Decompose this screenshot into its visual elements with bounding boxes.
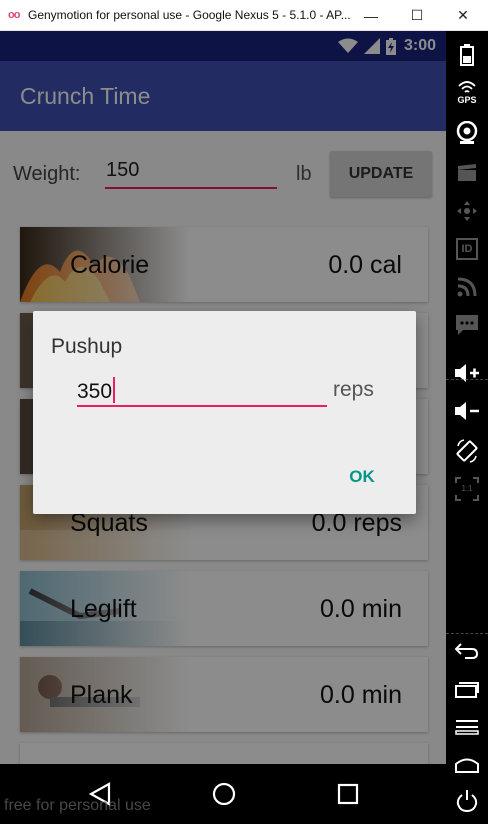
text-cursor bbox=[113, 377, 116, 403]
gps-label: GPS bbox=[457, 95, 477, 105]
battery-tool[interactable] bbox=[452, 41, 482, 69]
volume-down-button[interactable] bbox=[452, 397, 482, 425]
device-id-tool[interactable]: ID bbox=[452, 235, 482, 263]
genymotion-toolbar: GPS ID 1:1 bbox=[446, 31, 488, 824]
menu-icon bbox=[455, 720, 479, 735]
sms-tool[interactable] bbox=[452, 311, 482, 339]
volume-up-icon bbox=[455, 364, 479, 382]
minimize-button[interactable]: — bbox=[348, 0, 394, 31]
maximize-icon: ☐ bbox=[410, 7, 424, 23]
back-arrow-icon bbox=[455, 643, 479, 659]
dpad-tool[interactable] bbox=[452, 197, 482, 225]
toolbar-divider bbox=[446, 633, 488, 634]
dpad-icon bbox=[457, 201, 477, 221]
home-icon bbox=[212, 782, 236, 806]
recent-apps-icon bbox=[455, 682, 479, 698]
minimize-icon: — bbox=[364, 7, 378, 24]
clapperboard-icon bbox=[458, 164, 476, 181]
toolbar-divider bbox=[446, 379, 488, 380]
chat-icon bbox=[456, 315, 478, 335]
rotate-icon bbox=[456, 439, 478, 463]
reps-input[interactable]: 350 bbox=[77, 373, 327, 407]
nav-home-button[interactable] bbox=[452, 751, 482, 779]
nav-recents-button[interactable] bbox=[452, 675, 482, 703]
volume-down-icon bbox=[455, 402, 479, 420]
capture-tool[interactable] bbox=[452, 159, 482, 187]
power-button[interactable] bbox=[452, 787, 482, 815]
pixel-perfect-tool[interactable]: 1:1 bbox=[452, 475, 482, 503]
battery-icon bbox=[460, 44, 474, 66]
camera-tool[interactable] bbox=[452, 119, 482, 147]
maximize-button[interactable]: ☐ bbox=[394, 0, 440, 31]
rss-tool[interactable] bbox=[452, 273, 482, 301]
gps-icon bbox=[458, 81, 476, 93]
gps-tool[interactable]: GPS bbox=[452, 79, 482, 107]
nav-back-button[interactable] bbox=[452, 637, 482, 665]
close-icon: ✕ bbox=[457, 7, 469, 23]
close-window-button[interactable]: ✕ bbox=[440, 0, 486, 31]
pushup-dialog: Pushup 350 reps OK bbox=[33, 311, 416, 514]
recents-icon bbox=[337, 783, 359, 805]
volume-up-button[interactable] bbox=[452, 359, 482, 387]
content: Weight: 150 lb UPDATE Calorie 0.0 cal Sq… bbox=[0, 31, 446, 824]
recents-button[interactable] bbox=[328, 776, 368, 812]
dialog-unit: reps bbox=[333, 378, 374, 401]
nav-menu-button[interactable] bbox=[452, 713, 482, 741]
genymotion-logo: oo bbox=[8, 9, 20, 21]
webcam-icon bbox=[456, 121, 478, 144]
watermark-text: free for personal use bbox=[4, 797, 151, 814]
window-title: Genymotion for personal use - Google Nex… bbox=[28, 8, 351, 22]
rss-icon bbox=[457, 277, 477, 297]
scale-label: 1:1 bbox=[461, 484, 473, 493]
reps-input-value: 350 bbox=[77, 380, 113, 403]
dialog-title: Pushup bbox=[51, 335, 123, 358]
home-button[interactable] bbox=[204, 776, 244, 812]
ok-button[interactable]: OK bbox=[338, 463, 386, 491]
power-icon bbox=[456, 790, 478, 813]
android-nav-bar bbox=[0, 764, 446, 824]
home-outline-icon bbox=[455, 758, 479, 773]
rotate-button[interactable] bbox=[452, 437, 482, 465]
device-id-icon: ID bbox=[456, 238, 478, 260]
